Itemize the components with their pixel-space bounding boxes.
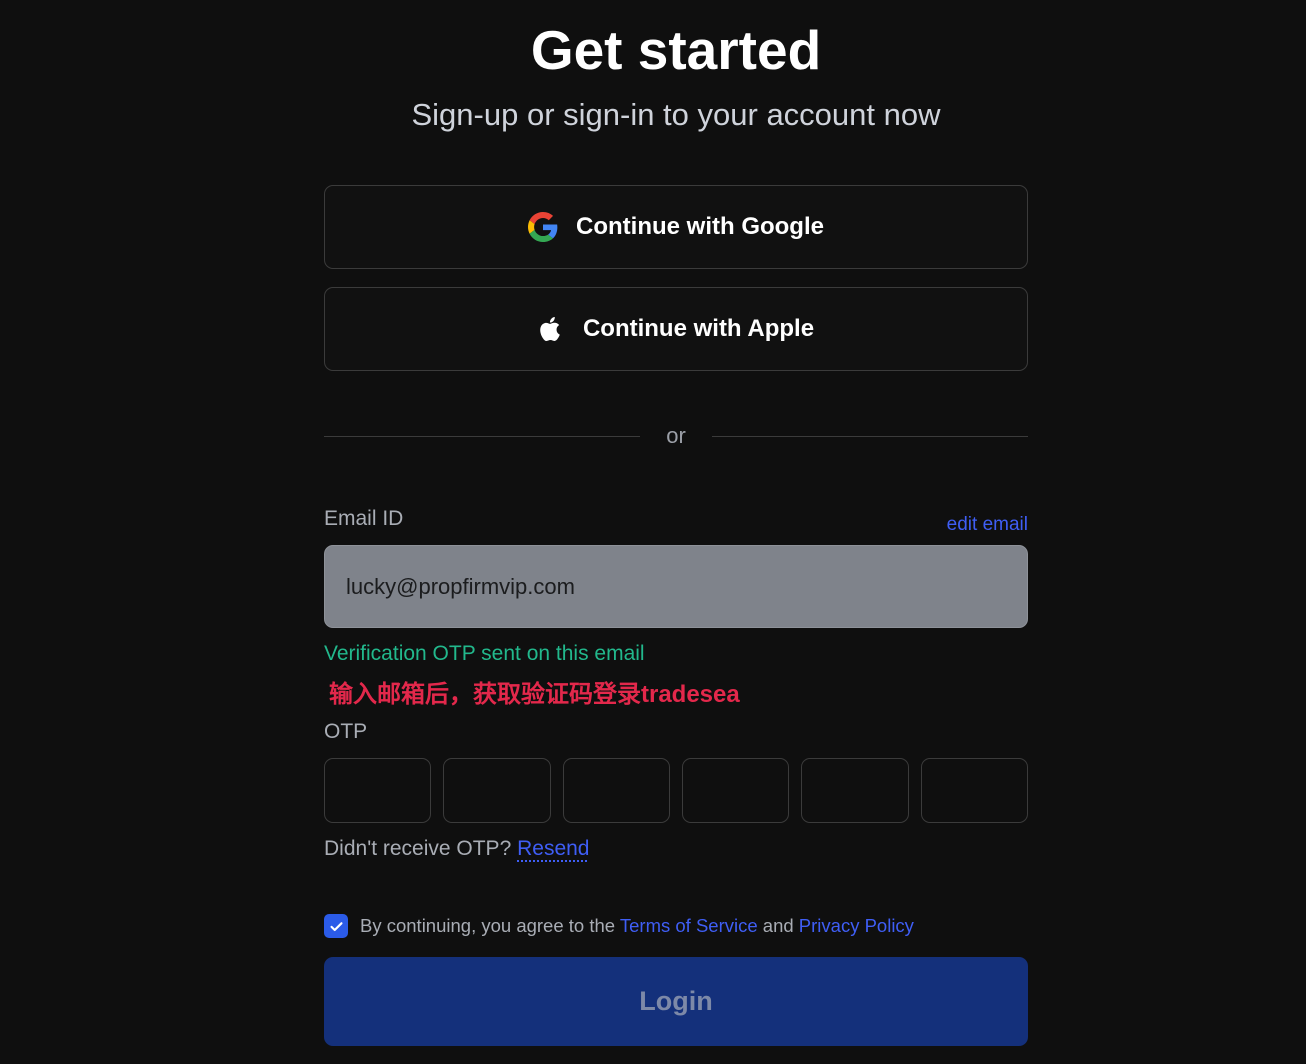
login-button[interactable]: Login — [324, 957, 1028, 1046]
continue-with-apple-button[interactable]: Continue with Apple — [324, 287, 1028, 371]
resend-prompt: Didn't receive OTP? — [324, 837, 512, 860]
consent-text: By continuing, you agree to the Terms of… — [360, 912, 914, 940]
terms-of-service-link[interactable]: Terms of Service — [620, 915, 758, 936]
consent-prefix: By continuing, you agree to the — [360, 915, 616, 936]
auth-card: Get started Sign-up or sign-in to your a… — [324, 0, 1028, 1064]
google-button-label: Continue with Google — [576, 213, 824, 240]
email-label: Email ID — [324, 507, 404, 530]
google-icon — [528, 212, 558, 242]
login-page: Get started Sign-up or sign-in to your a… — [0, 0, 1306, 1064]
otp-digit-input-1[interactable] — [324, 758, 432, 823]
or-divider: or — [324, 416, 1028, 456]
otp-inputs — [324, 758, 1028, 823]
otp-digit-input-6[interactable] — [920, 758, 1028, 823]
email-input — [324, 545, 1028, 628]
apple-icon — [540, 317, 560, 341]
annotation-text: 输入邮箱后，获取验证码登录tradesea — [329, 681, 740, 708]
edit-email-link[interactable]: edit email — [947, 511, 1028, 539]
otp-digit-input-4[interactable] — [682, 758, 790, 823]
privacy-policy-link[interactable]: Privacy Policy — [799, 915, 914, 936]
page-title: Get started — [530, 19, 822, 81]
otp-digit-input-2[interactable] — [443, 758, 551, 823]
otp-digit-input-5[interactable] — [801, 758, 909, 823]
divider-line-left — [324, 435, 641, 437]
apple-button-label: Continue with Apple — [582, 315, 815, 342]
otp-label: OTP — [324, 720, 368, 743]
otp-digit-input-3[interactable] — [562, 758, 670, 823]
resend-row: Didn't receive OTP? Resend — [324, 835, 1028, 863]
page-subtitle: Sign-up or sign-in to your account now — [411, 97, 941, 132]
resend-link[interactable]: Resend — [517, 837, 589, 860]
divider-label: or — [666, 423, 686, 448]
consent-row: By continuing, you agree to the Terms of… — [324, 912, 1028, 940]
check-icon — [329, 921, 343, 931]
consent-checkbox[interactable] — [324, 914, 348, 938]
divider-line-right — [711, 435, 1028, 437]
otp-sent-message: Verification OTP sent on this email — [324, 642, 645, 665]
consent-conjunction: and — [762, 915, 794, 936]
continue-with-google-button[interactable]: Continue with Google — [324, 185, 1028, 269]
